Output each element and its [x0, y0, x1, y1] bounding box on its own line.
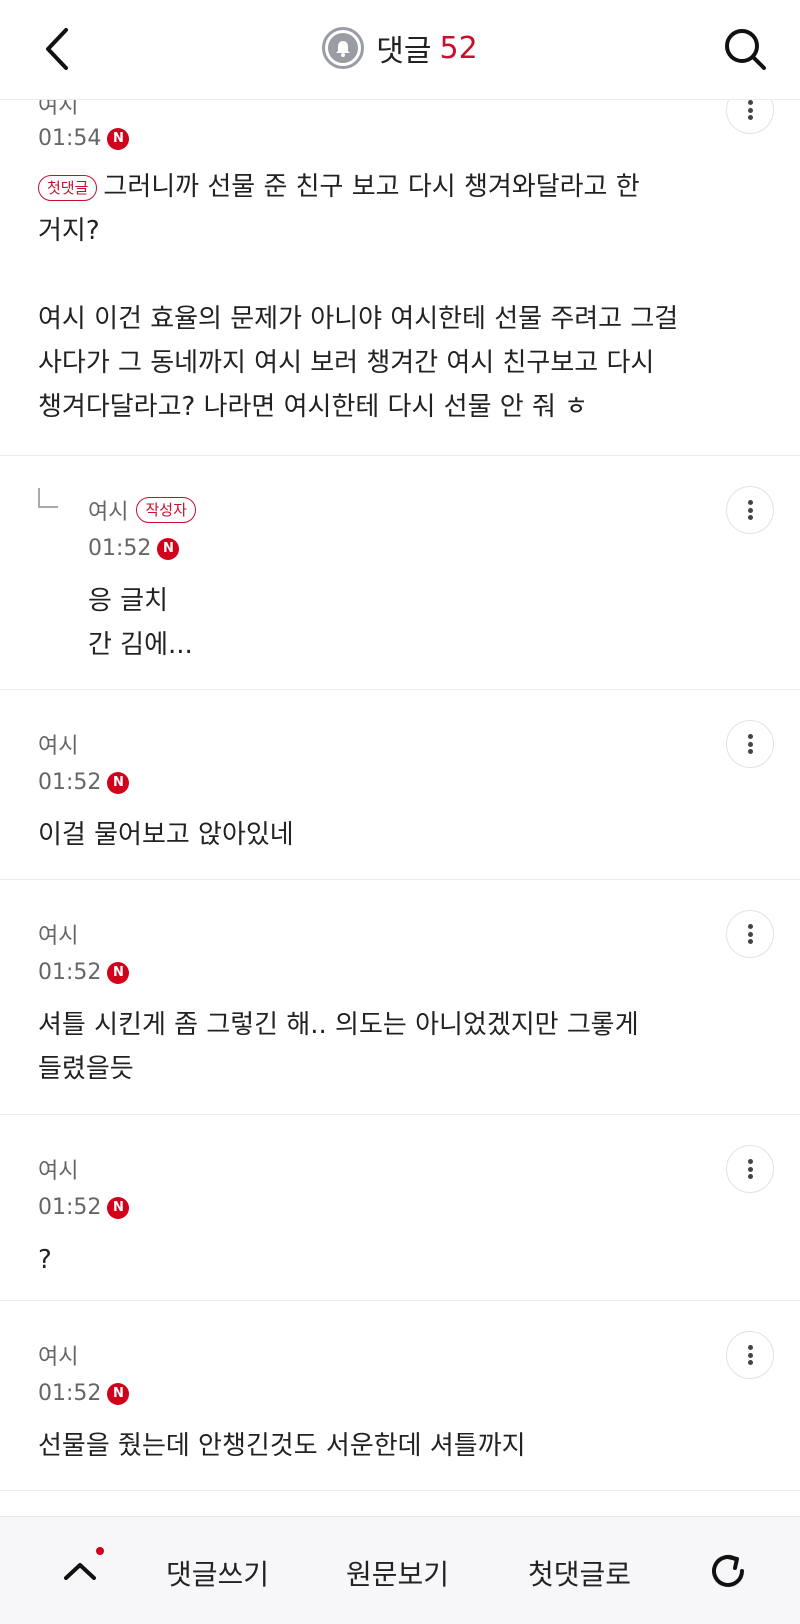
comment-item: 여시 01:52 N 이걸 물어보고 앉아있네: [0, 690, 800, 880]
more-dots-icon: [747, 100, 753, 120]
new-badge: N: [107, 127, 130, 150]
comment-item: 여시 01:54 N 첫댓글 그러니까 선물 준 친구 보고 다시 챙겨와달라고 …: [0, 100, 800, 456]
page-title: 댓글: [376, 34, 432, 69]
more-options-button[interactable]: [726, 486, 774, 534]
comment-time: 01:52: [38, 1381, 102, 1406]
new-badge: N: [107, 1382, 130, 1405]
reply-indicator-icon: [38, 488, 58, 508]
writer-tag: 작성자: [136, 497, 196, 523]
more-dots-icon: [747, 1159, 753, 1179]
comment-body: 선물을 줬는데 안챙긴것도 서운한데 셔틀까지: [38, 1431, 526, 1461]
notification-dot: [96, 1547, 104, 1555]
comment-author: 여시: [38, 924, 79, 949]
new-badge: N: [107, 771, 130, 794]
comment-body: 응 글치 간 김에...: [88, 586, 193, 660]
refresh-icon: [712, 1555, 744, 1587]
new-badge: N: [157, 537, 180, 560]
more-dots-icon: [747, 924, 753, 944]
comment-meta: 01:52 N: [38, 1381, 526, 1406]
comment-item: 여시 01:52 N 셔틀 시킨게 좀 그렇긴 해.. 의도는 아니었겠지만 그…: [0, 880, 800, 1115]
comment-item: 여시 01:52 N 선물을 줬는데 안챙긴것도 서운한데 셔틀까지: [0, 1301, 800, 1491]
comment-author: 여시: [38, 734, 79, 759]
title-area: 댓글 52: [0, 26, 800, 70]
comment-time: 01:54: [38, 126, 102, 151]
search-icon: [725, 29, 766, 70]
top-bar: 댓글 52: [0, 0, 800, 100]
more-dots-icon: [747, 734, 753, 754]
comment-body: 첫댓글 그러니까 선물 준 친구 보고 다시 챙겨와달라고 한 거지? 여시 이건…: [38, 172, 679, 422]
comment-author: 여시: [38, 1159, 79, 1184]
chevron-up-icon: [64, 1563, 96, 1580]
comment-time: 01:52: [88, 536, 152, 561]
refresh-button[interactable]: [704, 1547, 752, 1595]
new-badge: N: [107, 961, 130, 984]
more-dots-icon: [747, 500, 753, 520]
comment-body: 셔틀 시킨게 좀 그렇긴 해.. 의도는 아니었겠지만 그롷게 들렸을듯: [38, 1010, 639, 1084]
comment-author: 여시: [38, 1345, 79, 1370]
comment-item: 여시 01:52 N ?: [0, 1115, 800, 1301]
comment-list: 여시 01:54 N 첫댓글 그러니까 선물 준 친구 보고 다시 챙겨와달라고 …: [0, 100, 800, 1491]
comment-author: 여시 작성자: [88, 494, 196, 526]
bottom-action-bar: 댓글쓰기 원문보기 첫댓글로: [0, 1516, 800, 1624]
comment-time: 01:52: [38, 960, 102, 985]
comment-body: ?: [38, 1245, 52, 1275]
write-comment-button[interactable]: 댓글쓰기: [166, 1553, 269, 1593]
comment-body: 이걸 물어보고 앉아있네: [38, 820, 294, 850]
more-options-button[interactable]: [726, 1331, 774, 1379]
comment-time: 01:52: [38, 770, 102, 795]
first-comment-button[interactable]: 첫댓글로: [528, 1553, 631, 1593]
reply-comment-item: 여시 작성자 01:52 N 응 글치 간 김에...: [0, 456, 800, 690]
view-original-button[interactable]: 원문보기: [346, 1553, 449, 1593]
search-button[interactable]: [718, 22, 772, 76]
bell-icon: [328, 33, 359, 63]
scroll-top-button[interactable]: [58, 1549, 102, 1593]
more-options-button[interactable]: [726, 100, 774, 134]
comment-time: 01:52: [38, 1195, 102, 1220]
new-badge: N: [107, 1196, 130, 1219]
more-options-button[interactable]: [726, 1145, 774, 1193]
comment-author: 여시: [38, 100, 79, 119]
notification-bell-button[interactable]: [322, 27, 365, 69]
comment-meta: 01:52 N: [38, 770, 294, 795]
more-dots-icon: [747, 1345, 753, 1365]
comment-meta: 01:52 N: [88, 536, 196, 561]
comment-meta: 01:52 N: [38, 1195, 130, 1220]
first-comment-tag: 첫댓글: [38, 174, 98, 201]
more-options-button[interactable]: [726, 720, 774, 768]
comment-meta: 01:52 N: [38, 960, 639, 985]
comment-meta: 01:54 N: [38, 126, 678, 151]
more-options-button[interactable]: [726, 910, 774, 958]
comment-count: 52: [439, 30, 478, 66]
